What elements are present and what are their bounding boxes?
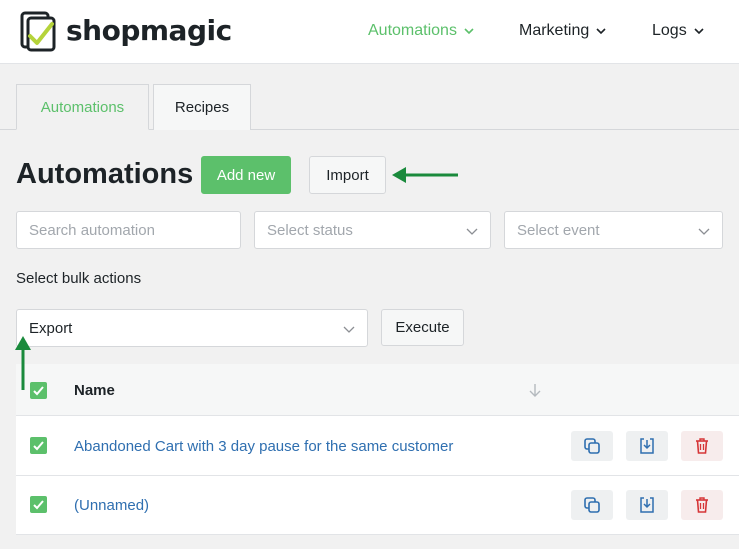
duplicate-button[interactable] [571,490,613,520]
download-icon [640,438,654,454]
annotation-arrow-left-icon [392,167,458,183]
duplicate-icon [584,497,600,513]
trash-icon [696,497,708,513]
check-icon [33,441,44,451]
search-input[interactable]: Search automation [16,211,241,249]
bulk-action-select[interactable]: Export [16,309,368,347]
tab-automations[interactable]: Automations [16,84,149,130]
status-placeholder: Select status [267,221,353,239]
chevron-down-icon [694,28,704,35]
trash-icon [696,438,708,454]
status-select[interactable]: Select status [254,211,491,249]
duplicate-icon [584,438,600,454]
duplicate-button[interactable] [571,431,613,461]
table-header: Name [16,364,739,416]
chevron-down-icon [464,28,474,35]
annotation-arrow-up-icon [15,336,31,390]
automation-name-link[interactable]: (Unnamed) [74,497,149,514]
delete-button[interactable] [681,431,723,461]
download-icon [640,497,654,513]
nav-logs[interactable]: Logs [652,22,705,40]
export-button[interactable] [626,431,668,461]
delete-button[interactable] [681,490,723,520]
table-row: (Unnamed) [16,476,739,535]
tab-recipes[interactable]: Recipes [153,84,251,130]
nav-automations[interactable]: Automations [368,22,475,40]
column-header-name[interactable]: Name [74,382,115,399]
search-placeholder: Search automation [29,221,155,239]
export-button[interactable] [626,490,668,520]
chevron-down-icon [343,326,355,333]
page-title: Automations [16,158,194,190]
chevron-down-icon [466,228,478,235]
top-bar: shopmagic Automations Marketing Logs [0,0,739,64]
shopmagic-logo-icon[interactable] [18,10,58,52]
brand-name: shopmagic [66,14,232,47]
bulk-action-value: Export [29,319,73,337]
bulk-actions-label: Select bulk actions [16,270,142,287]
nav-marketing-label: Marketing [519,22,590,39]
row-checkbox[interactable] [30,496,47,513]
nav-automations-label: Automations [368,22,457,39]
chevron-down-icon [698,228,710,235]
execute-button[interactable]: Execute [381,309,464,346]
chevron-down-icon [596,28,606,35]
row-checkbox[interactable] [30,437,47,454]
automation-name-link[interactable]: Abandoned Cart with 3 day pause for the … [74,438,453,455]
event-select[interactable]: Select event [504,211,723,249]
nav-logs-label: Logs [652,22,687,39]
event-placeholder: Select event [517,221,600,239]
check-icon [33,500,44,510]
import-button[interactable]: Import [309,156,386,194]
nav-marketing[interactable]: Marketing [519,22,607,40]
table-row: Abandoned Cart with 3 day pause for the … [16,417,739,476]
sort-arrow-icon[interactable] [528,382,542,398]
add-new-button[interactable]: Add new [201,156,291,194]
automations-table: Name Abandoned Cart with 3 day pause for… [16,364,739,535]
